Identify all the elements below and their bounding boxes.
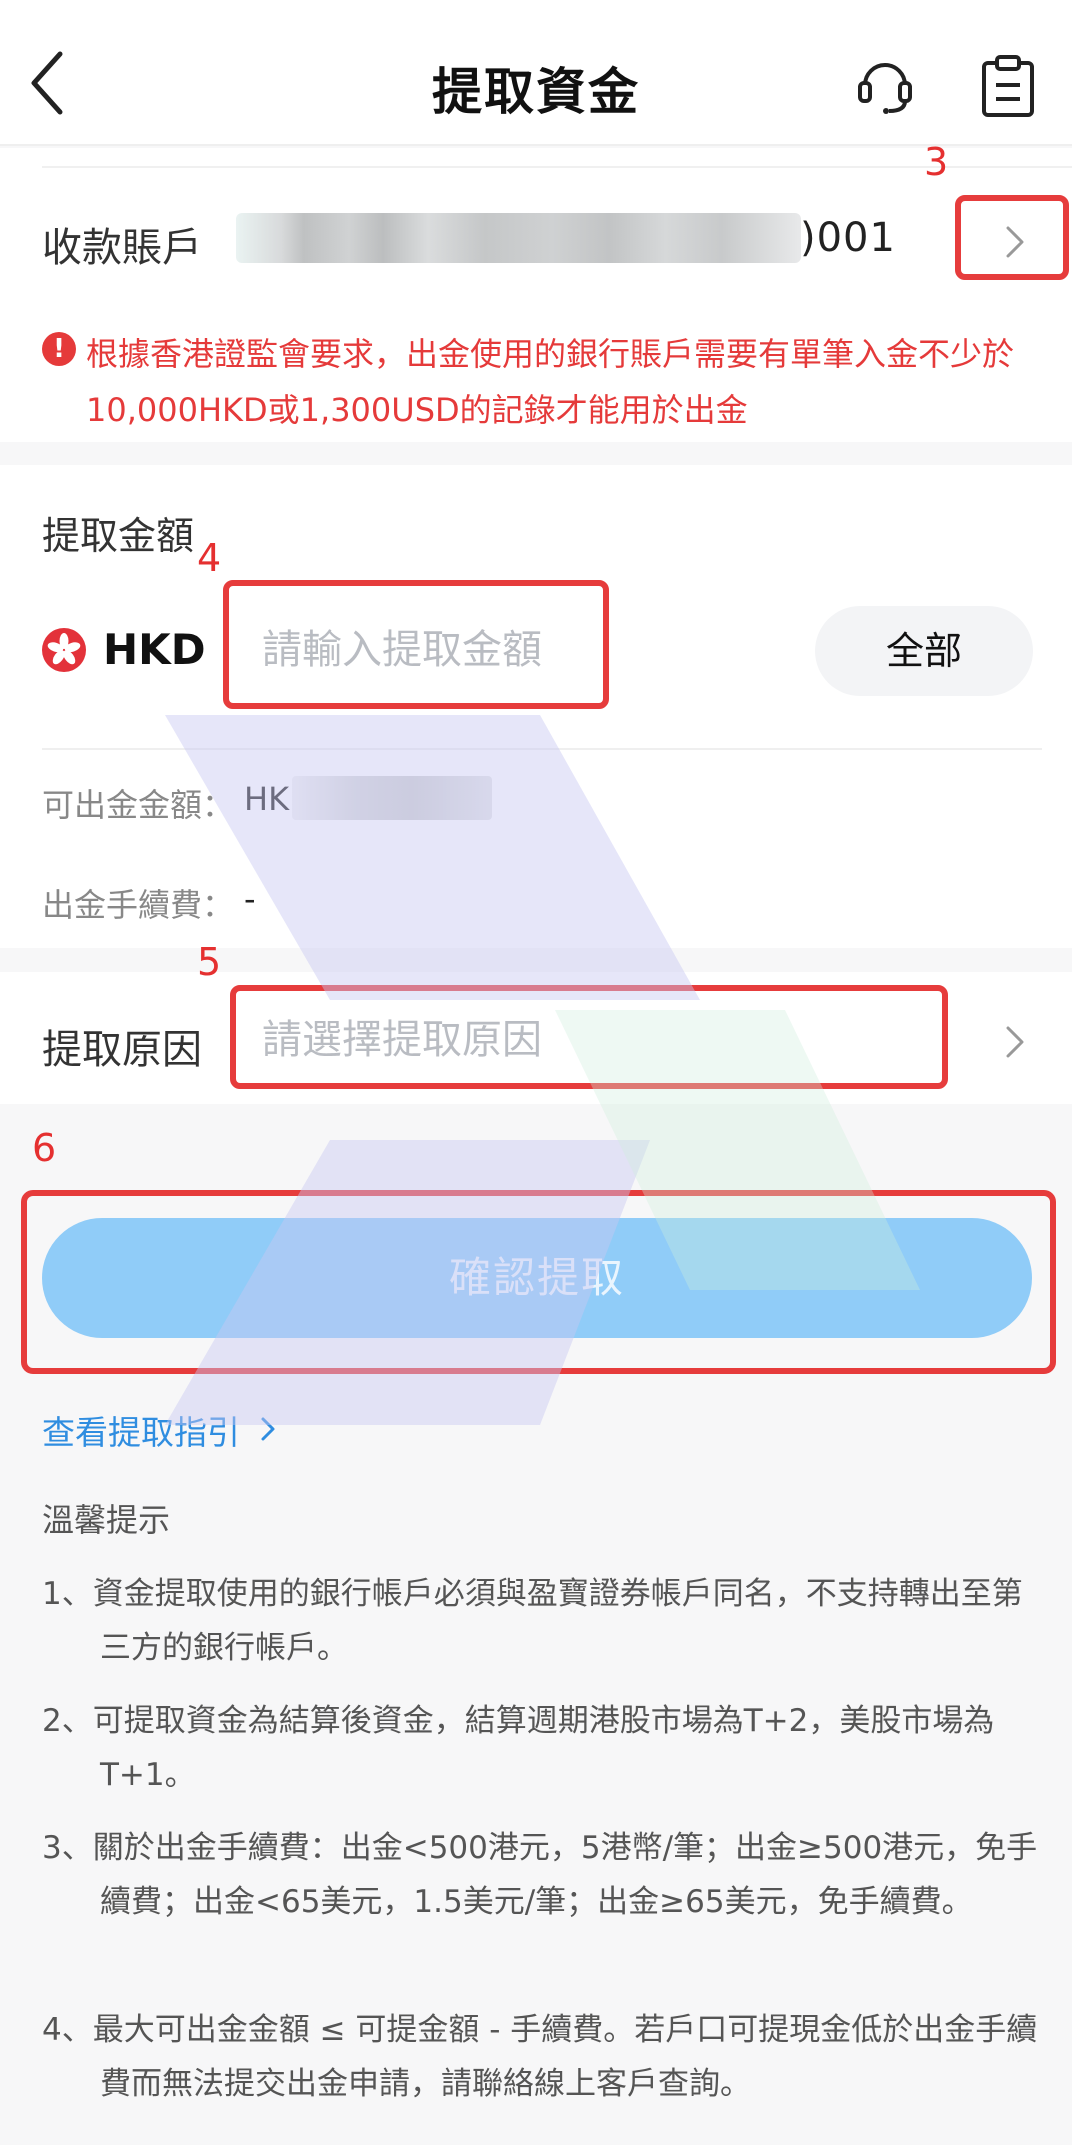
annotation-number-6: 6	[32, 1126, 57, 1170]
tip-item: 1、資金提取使用的銀行帳戶必須與盈寶證券帳戶同名，不支持轉出至第三方的銀行帳戶。	[42, 1576, 1023, 1666]
clipboard-icon	[982, 55, 1034, 117]
available-amount-label: 可出金金額：	[42, 786, 235, 824]
annotation-box-5	[230, 985, 948, 1089]
divider	[42, 166, 1072, 168]
chevron-right-icon	[258, 1414, 278, 1444]
hong-kong-flag-icon	[42, 628, 86, 672]
annotation-box-4	[223, 580, 609, 709]
fee-label: 出金手續費：	[42, 886, 235, 924]
fee-value: -	[244, 880, 256, 918]
annotation-box-6	[21, 1190, 1056, 1374]
annotation-number-3: 3	[924, 140, 949, 184]
headset-icon	[858, 63, 912, 114]
tip-item: 4、最大可出金金額 ≤ 可提金額 - 手續費。若戶口可提現金低於出金手續費而無法…	[42, 2012, 1038, 2102]
records-button[interactable]	[980, 55, 1036, 117]
amount-label: 提取金額	[42, 514, 195, 558]
tips-title: 溫馨提示	[42, 1501, 171, 1539]
annotation-box-3	[955, 195, 1069, 280]
currency-label: HKD	[103, 625, 206, 674]
account-number-redacted	[236, 213, 801, 263]
warning-icon: !	[42, 332, 76, 366]
warning-text: 根據香港證監會要求，出金使用的銀行賬戶需要有單筆入金不少於10,000HKD或1…	[86, 335, 1015, 429]
account-label: 收款賬戶	[42, 225, 202, 271]
tip-item: 3、關於出金手續費：出金<500港元，5港幣/筆；出金≥500港元，免手續費；出…	[42, 1830, 1038, 1920]
withdraw-all-button[interactable]: 全部	[815, 606, 1033, 696]
reason-label: 提取原因	[42, 1027, 202, 1073]
annotation-number-4: 4	[197, 536, 222, 580]
annotation-number-5: 5	[197, 940, 222, 984]
reason-select-chevron[interactable]	[1000, 1022, 1030, 1062]
account-number-suffix: )001	[800, 215, 896, 261]
available-amount-value: HKI	[244, 780, 299, 818]
tip-item: 2、可提取資金為結算後資金，結算週期港股市場為T+2，美股市場為T+1。	[42, 1703, 995, 1793]
chevron-right-icon	[1006, 1026, 1024, 1058]
divider	[42, 748, 1042, 750]
available-amount-redacted	[292, 776, 492, 820]
withdraw-guide-link[interactable]: 查看提取指引	[42, 1406, 240, 1454]
customer-service-button[interactable]	[855, 55, 915, 115]
